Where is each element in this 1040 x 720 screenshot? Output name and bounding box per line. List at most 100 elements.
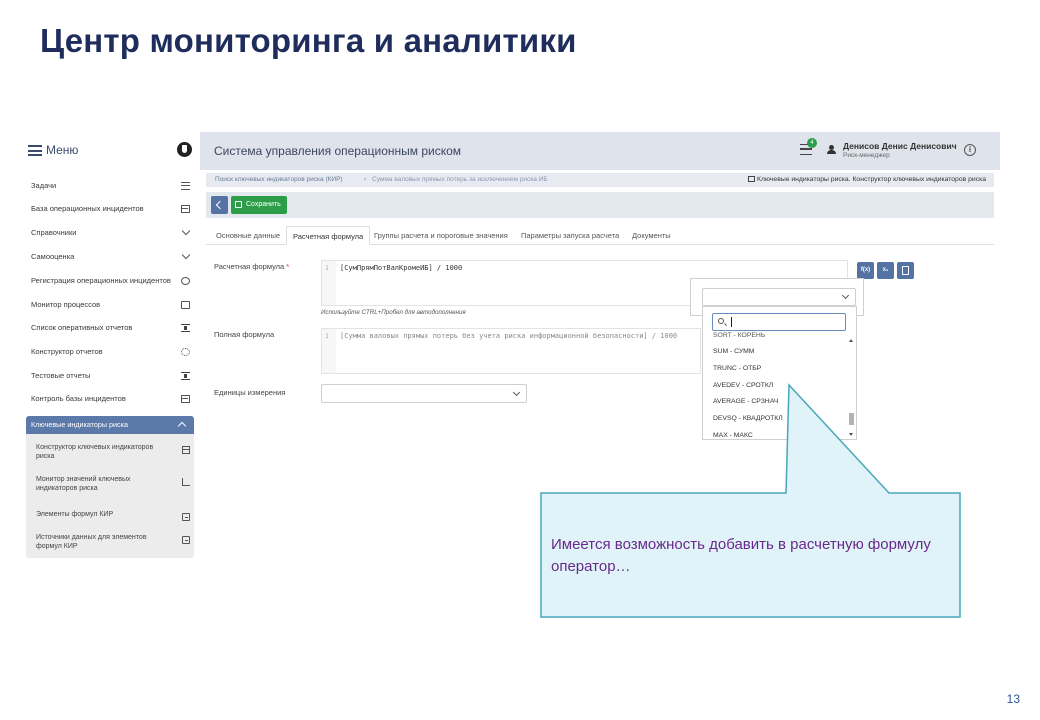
table-icon: [182, 446, 190, 454]
back-button[interactable]: [211, 196, 228, 214]
info-icon[interactable]: i: [964, 144, 976, 156]
sidebar-item-self-assessment[interactable]: Самооценка: [28, 249, 190, 265]
page-section-label: Ключевые индикаторы риска. Конструктор к…: [757, 176, 986, 183]
sidebar-item-directories[interactable]: Справочники: [28, 225, 190, 241]
sidebar-item-kir-formula-elements[interactable]: Элементы формул КИР: [36, 510, 190, 521]
chevron-up-icon[interactable]: [177, 421, 187, 431]
table-icon: [181, 395, 190, 403]
line-number: 1: [325, 264, 329, 272]
sidebar-item-label: Задачи: [31, 181, 57, 190]
chevron-down-icon: [841, 291, 850, 300]
document-icon: [182, 536, 190, 544]
tasks-badge: 4: [807, 138, 817, 148]
callout-shape: [540, 383, 961, 618]
units-label: Единицы измерения: [214, 388, 286, 397]
area-chart-icon: [182, 478, 190, 486]
sidebar-item-label: База операционных инцидентов: [31, 204, 144, 213]
sidebar-item-label: Конструктор отчетов: [31, 347, 103, 356]
function-select[interactable]: [702, 288, 856, 306]
sidebar-item-tasks[interactable]: Задачи: [28, 178, 190, 194]
sidebar-item-kir-monitor[interactable]: Монитор значений ключевых индикаторов ри…: [36, 475, 190, 493]
sidebar-item-process-monitor[interactable]: Монитор процессов: [28, 297, 190, 313]
user-name[interactable]: Денисов Денис Денисович: [843, 141, 957, 151]
hourglass-icon: [181, 372, 190, 380]
tab-main-data[interactable]: Основные данные: [214, 226, 282, 245]
table-icon: [748, 176, 756, 182]
required-mark: *: [286, 262, 290, 271]
sidebar-item-kir-data-sources[interactable]: Источники данных для элементов формул КИ…: [36, 533, 190, 551]
sidebar-item-incidents-db[interactable]: База операционных инцидентов: [28, 201, 190, 217]
gears-icon: [181, 348, 190, 356]
page-section-title: Ключевые индикаторы риска. Конструктор к…: [748, 173, 986, 187]
breadcrumb-current: Сумма валовых прямых потерь за исключени…: [372, 176, 548, 183]
units-select[interactable]: [321, 384, 527, 403]
calc-formula-label-text: Расчетная формула: [214, 262, 285, 271]
sidebar-item-label: Справочники: [31, 228, 77, 237]
hamburger-icon[interactable]: [28, 145, 42, 156]
sidebar-item-operative-reports[interactable]: Список оперативных отчетов: [28, 320, 190, 336]
sidebar-item-label: Самооценка: [31, 252, 75, 261]
tab-documents[interactable]: Документы: [630, 226, 673, 245]
sidebar-group-kir: Ключевые индикаторы риска Конструктор кл…: [26, 416, 194, 558]
sidebar-item-incident-registration[interactable]: Регистрация операционных инцидентов: [28, 273, 190, 289]
chevron-down-icon[interactable]: [181, 253, 190, 261]
breadcrumb: Поиск ключевых индикаторов риска (КИР) ›…: [206, 173, 994, 187]
pin-icon[interactable]: [177, 142, 192, 157]
breadcrumb-separator: ›: [364, 176, 367, 183]
callout-text: Имеется возможность добавить в расчетную…: [551, 536, 931, 575]
line-number: 1: [325, 332, 329, 340]
calculator-button[interactable]: [897, 262, 914, 279]
chevron-down-icon: [512, 388, 521, 397]
sidebar-item-label: Регистрация операционных инцидентов: [31, 276, 171, 285]
sidebar-item-label: Источники данных для элементов формул КИ…: [36, 534, 147, 550]
insert-variable-button[interactable]: x₁: [877, 262, 894, 279]
sidebar-group-label: Ключевые индикаторы риска: [31, 420, 128, 429]
user-icon[interactable]: [827, 145, 836, 154]
function-option[interactable]: SUM - СУММ: [713, 348, 754, 355]
autocomplete-hint: Используйте CTRL+Пробел для автодополнен…: [321, 309, 466, 316]
sidebar-group-kir-header[interactable]: Ключевые индикаторы риска: [26, 416, 194, 434]
hourglass-icon: [181, 324, 190, 332]
menu-header[interactable]: Меню: [28, 142, 196, 160]
registered-icon: [181, 277, 190, 285]
sidebar-item-label: Список оперативных отчетов: [31, 323, 133, 332]
function-option[interactable]: TRUNC - ОТБР: [713, 365, 761, 372]
calc-formula-label: Расчетная формула *: [214, 262, 289, 271]
menu-title: Меню: [46, 143, 79, 157]
function-search-input[interactable]: [712, 313, 846, 331]
chevron-down-icon[interactable]: [181, 229, 190, 237]
tab-bar: Основные данные Расчетная формула Группы…: [206, 226, 994, 245]
tab-calc-formula[interactable]: Расчетная формула: [286, 226, 371, 245]
function-option[interactable]: SQRT - КОРЕНЬ: [713, 332, 765, 337]
sidebar-item-label: Контроль базы инцидентов: [31, 394, 126, 403]
full-formula-editor: 1 [Сумма валовых прямых потерь без учета…: [321, 328, 701, 374]
breadcrumb-link[interactable]: Поиск ключевых индикаторов риска (КИР): [215, 173, 343, 187]
document-icon: [182, 513, 190, 521]
calculator-icon: [902, 266, 909, 275]
full-formula-label: Полная формула: [214, 330, 275, 339]
calc-formula-code[interactable]: [СумПрямПотВалКромеИБ] / 1000: [340, 264, 462, 272]
slide-number: 13: [1006, 692, 1020, 706]
sidebar: Меню Задачи База операционных инцидентов…: [24, 132, 200, 568]
sidebar-item-kir-builder[interactable]: Конструктор ключевых индикаторов риска: [36, 443, 190, 461]
tasks-list-icon: [181, 182, 190, 190]
tab-calc-groups[interactable]: Группы расчета и пороговые значения: [372, 226, 510, 245]
sidebar-item-incidents-control[interactable]: Контроль базы инцидентов: [28, 391, 190, 407]
app-title: Система управления операционным риском: [214, 144, 462, 158]
sidebar-item-label: Монитор значений ключевых индикаторов ри…: [36, 476, 131, 492]
save-icon: [235, 201, 242, 208]
callout-bubble: [540, 383, 961, 618]
monitor-icon: [181, 301, 190, 309]
text-caret: [731, 317, 732, 327]
insert-function-button[interactable]: f(x): [857, 262, 874, 279]
save-button-label: Сохранить: [246, 201, 281, 208]
sidebar-item-label: Монитор процессов: [31, 300, 101, 309]
sidebar-item-test-reports[interactable]: Тестовые отчеты: [28, 368, 190, 384]
sidebar-item-report-builder[interactable]: Конструктор отчетов: [28, 344, 190, 360]
toolbar: Сохранить: [206, 192, 994, 218]
save-button[interactable]: Сохранить: [231, 196, 287, 214]
scroll-up-icon[interactable]: [849, 339, 853, 342]
full-formula-code: [Сумма валовых прямых потерь без учета р…: [340, 332, 678, 340]
table-icon: [181, 205, 190, 213]
tab-run-params[interactable]: Параметры запуска расчета: [519, 226, 621, 245]
